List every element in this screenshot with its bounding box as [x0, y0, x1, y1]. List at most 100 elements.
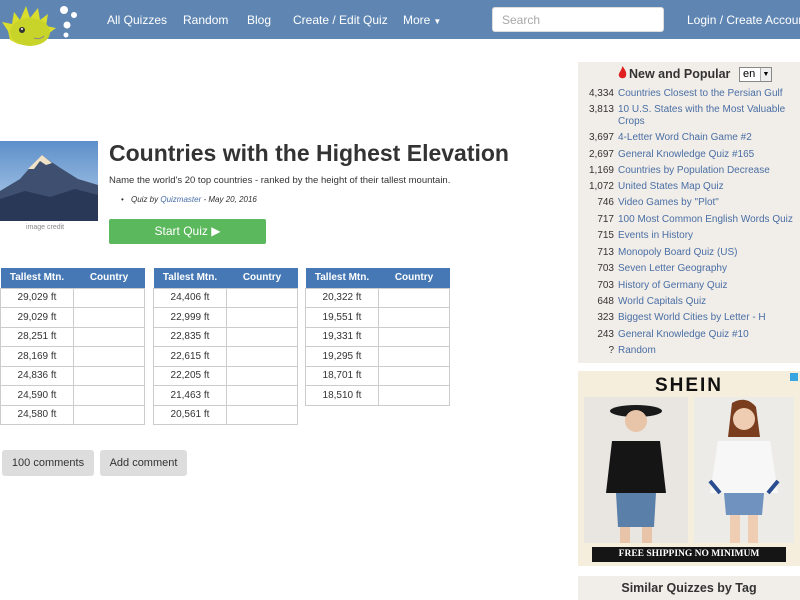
popular-item-link[interactable]: General Knowledge Quiz #10 [618, 329, 749, 340]
table-row: 20,322 ft [305, 287, 450, 308]
table-row: 28,251 ft [0, 326, 145, 347]
popular-item-link[interactable]: 4-Letter Word Chain Game #2 [618, 132, 752, 143]
country-answer-cell [73, 404, 145, 425]
play-count: 703 [597, 280, 614, 291]
login-link[interactable]: Login / Create Account [687, 13, 800, 27]
play-count: 713 [597, 247, 614, 258]
popular-item-link[interactable]: Countries by Population Decrease [618, 165, 770, 176]
ad-banner: FREE SHIPPING NO MINIMUM [592, 547, 786, 562]
play-count: 746 [597, 197, 614, 208]
country-answer-cell [226, 307, 298, 328]
table-row: 22,205 ft [153, 365, 298, 386]
play-count: 3,697 [588, 132, 614, 143]
table-row: 24,580 ft [0, 404, 145, 425]
popular-item-link[interactable]: World Capitals Quiz [618, 296, 706, 307]
table-row: 22,615 ft [153, 346, 298, 367]
popular-item-link[interactable]: History of Germany Quiz [618, 280, 727, 291]
table-row: 19,331 ft [305, 326, 450, 347]
search-input[interactable] [492, 7, 664, 32]
ad-choices-icon[interactable] [790, 373, 798, 381]
table-body: 24,406 ft 22,999 ft 22,835 ft 22,615 ft 22,2… [153, 287, 298, 425]
col-header-country: Country [73, 268, 145, 288]
answer-table-1: Tallest Mtn. Country 29,029 ft 29,029 ft 2… [0, 268, 145, 425]
country-answer-cell [378, 346, 450, 367]
popular-item-link[interactable]: 100 Most Common English Words Quiz [618, 214, 793, 225]
table-body: 29,029 ft 29,029 ft 28,251 ft 28,169 ft 24,8… [0, 287, 145, 425]
popular-item-link[interactable]: Biggest World Cities by Letter - H [618, 312, 766, 323]
nav-more[interactable]: More ▼ [403, 13, 441, 27]
popular-item-link[interactable]: Random [618, 345, 656, 356]
elevation-cell: 29,029 ft [0, 307, 74, 328]
table-row: 24,590 ft [0, 385, 145, 406]
country-answer-cell [73, 385, 145, 406]
nav-blog[interactable]: Blog [247, 13, 271, 27]
language-select[interactable]: en ▼ [739, 67, 772, 82]
col-header-country: Country [378, 268, 450, 288]
elevation-cell: 22,999 ft [153, 307, 227, 328]
table-row: 29,029 ft [0, 287, 145, 308]
caret-down-icon: ▼ [433, 17, 442, 26]
col-header-tallest: Tallest Mtn. [153, 268, 227, 288]
play-count: 4,334 [588, 88, 614, 99]
popular-item-link-cont[interactable]: Crops [618, 116, 645, 127]
chevron-down-icon: ▼ [760, 68, 771, 81]
table-row: 24,406 ft [153, 287, 298, 308]
elevation-cell: 24,580 ft [0, 404, 74, 425]
play-count: 1,169 [588, 165, 614, 176]
table-row: 18,510 ft [305, 385, 450, 406]
quiz-byline: • Quiz by Quizmaster - May 20, 2016 [121, 195, 257, 204]
country-answer-cell [226, 365, 298, 386]
author-link[interactable]: Quizmaster [160, 195, 201, 204]
play-count: 2,697 [588, 149, 614, 160]
play-count: 243 [597, 329, 614, 340]
col-header-tallest: Tallest Mtn. [305, 268, 379, 288]
country-answer-cell [73, 326, 145, 347]
elevation-cell: 18,510 ft [305, 385, 379, 406]
popular-item-link[interactable]: 10 U.S. States with the Most Valuable [618, 104, 785, 115]
play-count: 715 [597, 230, 614, 241]
play-count: 323 [597, 312, 614, 323]
image-credit[interactable]: image credit [26, 224, 64, 231]
quiz-date: - May 20, 2016 [203, 195, 257, 204]
quiz-description: Name the world's 20 top countries - rank… [109, 175, 451, 186]
popular-item-link[interactable]: Countries Closest to the Persian Gulf [618, 88, 783, 99]
nav-random[interactable]: Random [183, 13, 228, 27]
table-row: 29,029 ft [0, 307, 145, 328]
elevation-cell: 28,251 ft [0, 326, 74, 347]
top-nav: All Quizzes Random Blog Create / Edit Qu… [0, 0, 800, 39]
elevation-cell: 20,322 ft [305, 287, 379, 308]
nav-all-quizzes[interactable]: All Quizzes [107, 13, 167, 27]
popular-item-link[interactable]: General Knowledge Quiz #165 [618, 149, 754, 160]
add-comment-button[interactable]: Add comment [100, 450, 187, 476]
country-answer-cell [378, 385, 450, 406]
popular-item-link[interactable]: United States Map Quiz [618, 181, 724, 192]
country-answer-cell [73, 365, 145, 386]
page-title: Countries with the Highest Elevation [109, 140, 509, 166]
play-count: ? [608, 345, 614, 356]
country-answer-cell [73, 307, 145, 328]
comments-button[interactable]: 100 comments [2, 450, 94, 476]
popular-item-link[interactable]: Monopoly Board Quiz (US) [618, 247, 738, 258]
table-row: 22,835 ft [153, 326, 298, 347]
byline-prefix: Quiz by [131, 195, 159, 204]
nav-more-label: More [403, 13, 431, 27]
table-row: 19,295 ft [305, 346, 450, 367]
play-count: 703 [597, 263, 614, 274]
popular-item-link[interactable]: Seven Letter Geography [618, 263, 727, 274]
nav-create-edit-quiz[interactable]: Create / Edit Quiz [293, 13, 388, 27]
country-answer-cell [378, 365, 450, 386]
elevation-cell: 22,205 ft [153, 365, 227, 386]
country-answer-cell [226, 346, 298, 367]
popular-item-link[interactable]: Video Games by "Plot" [618, 197, 719, 208]
quiz-image [0, 141, 98, 221]
table-row: 20,561 ft [153, 404, 298, 425]
elevation-cell: 19,551 ft [305, 307, 379, 328]
language-value: en [743, 68, 756, 80]
site-logo-icon[interactable] [0, 0, 82, 54]
play-count: 3,813 [588, 104, 614, 115]
popular-item-link[interactable]: Events in History [618, 230, 693, 241]
elevation-cell: 29,029 ft [0, 287, 74, 308]
advertisement[interactable]: SHEIN FREE SHIPPING NO MINIMUM [578, 371, 800, 566]
start-quiz-button[interactable]: Start Quiz ▶ [109, 219, 266, 244]
bullet-icon: • [121, 195, 124, 204]
